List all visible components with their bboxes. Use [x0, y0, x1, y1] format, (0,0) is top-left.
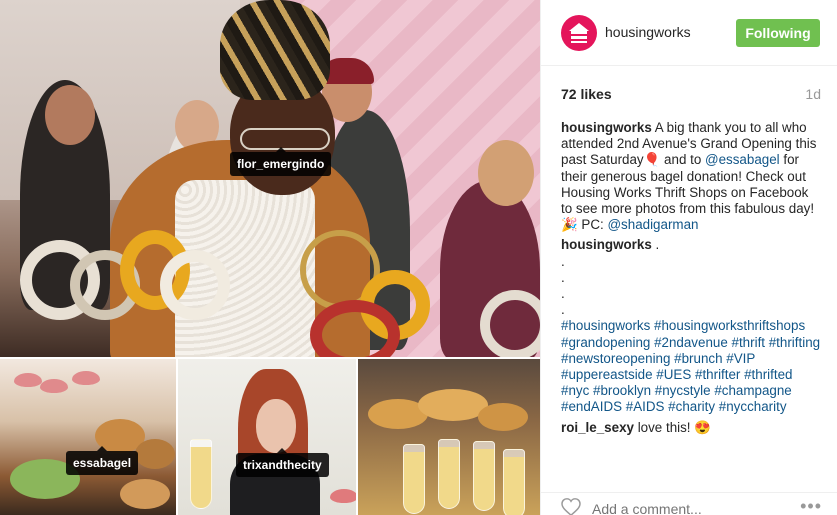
comment-dot: .: [561, 286, 565, 302]
user-tag-main[interactable]: flor_emergindo: [230, 147, 332, 176]
balloon-emoji: 🎈: [643, 152, 661, 168]
comment-dot: .: [561, 302, 565, 318]
photo-prop-lips: [330, 489, 356, 503]
post-photo[interactable]: flor_emergindo essabagel trixandthecity: [0, 0, 540, 515]
comment-text: PC:: [577, 217, 608, 233]
photo-bystander-head: [478, 140, 534, 206]
photo-champagne-flute: [473, 441, 495, 511]
housingworks-logo-icon: [569, 23, 589, 43]
comment-dot: .: [561, 253, 565, 269]
comment-text: and to: [660, 152, 705, 168]
mention-link[interactable]: @shadigarman: [607, 217, 698, 232]
photo-prop-lips: [72, 371, 100, 385]
photo-champagne-flute: [190, 439, 212, 509]
photo-head-wrap: [220, 0, 330, 100]
photo-bagel: [135, 439, 175, 469]
comment-username[interactable]: housingworks: [561, 120, 652, 135]
user-tag-middle[interactable]: trixandthecity: [236, 448, 329, 477]
comment-dot: .: [561, 269, 565, 285]
comment-footer: •••: [541, 492, 837, 515]
mention-link[interactable]: @essabagel: [705, 152, 780, 167]
photo-bangles: [0, 230, 540, 357]
thumb-photo-woman: trixandthecity: [178, 357, 358, 515]
add-comment-input[interactable]: [592, 501, 792, 515]
following-button[interactable]: Following: [736, 19, 820, 47]
post-meta: 72 likes 1d: [561, 86, 821, 106]
heart-eyes-emoji: 😍: [694, 419, 711, 435]
ellipsis-icon[interactable]: •••: [800, 497, 822, 515]
caption-comment: housingworks A big thank you to all who …: [561, 120, 823, 233]
user-tag-left[interactable]: essabagel: [66, 446, 139, 475]
comment-username[interactable]: roi_le_sexy: [561, 420, 634, 435]
party-popper-emoji: 🎉: [561, 217, 578, 233]
avatar[interactable]: [561, 15, 597, 51]
photo-prop-lips: [40, 379, 68, 393]
post-header: housingworks Following: [541, 0, 837, 66]
username-link[interactable]: housingworks: [605, 24, 691, 40]
hashtag-links[interactable]: #housingworks #housingworksthriftshops #…: [561, 318, 820, 414]
post-details-panel: housingworks Following 72 likes 1d housi…: [540, 0, 837, 515]
post-timestamp[interactable]: 1d: [805, 86, 821, 102]
comments-list: housingworks A big thank you to all who …: [561, 120, 823, 440]
photo-bystander-head: [45, 85, 95, 145]
hashtag-comment: housingworks . . . . . #housingworks #ho…: [561, 237, 823, 415]
photo-prop-lips: [14, 373, 42, 387]
comment-text: love this!: [633, 419, 695, 435]
photo-woman-face: [256, 399, 296, 453]
photo-bagel: [120, 479, 170, 509]
photo-champagne-flute: [503, 449, 525, 515]
bangle: [480, 290, 540, 357]
photo-croissant: [478, 403, 528, 431]
main-photo: flor_emergindo: [0, 0, 540, 357]
photo-champagne-flute: [403, 444, 425, 514]
user-comment: roi_le_sexy love this! 😍: [561, 420, 823, 436]
photo-champagne-flute: [438, 439, 460, 509]
thumb-photo-bagels: essabagel: [0, 357, 178, 515]
thumb-photo-brunch: [358, 357, 540, 515]
likes-count[interactable]: 72 likes: [561, 86, 612, 102]
comment-username[interactable]: housingworks: [561, 237, 652, 252]
bangle: [160, 250, 230, 320]
comment-text: .: [651, 237, 660, 253]
heart-outline-icon[interactable]: [561, 498, 581, 515]
